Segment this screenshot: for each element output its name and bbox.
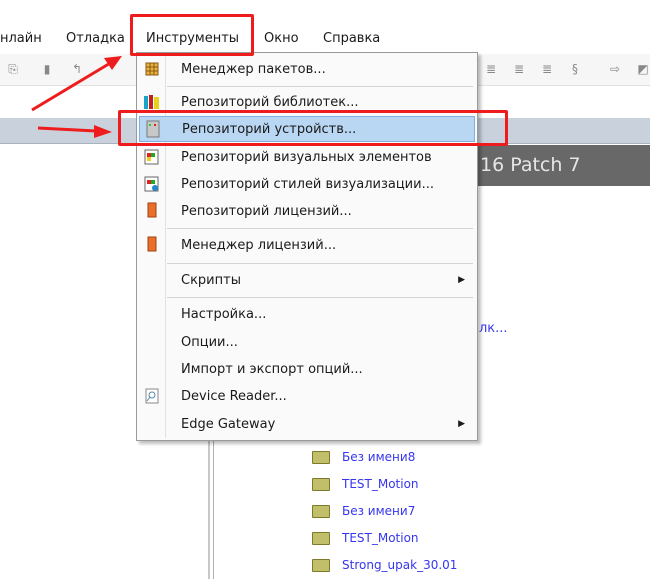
annotation-arrowhead	[94, 125, 112, 138]
annotation-arrow	[37, 126, 97, 133]
annotation-arrowhead	[104, 56, 122, 70]
annotation-arrows	[31, 56, 122, 138]
annotation-arrow	[31, 60, 113, 112]
